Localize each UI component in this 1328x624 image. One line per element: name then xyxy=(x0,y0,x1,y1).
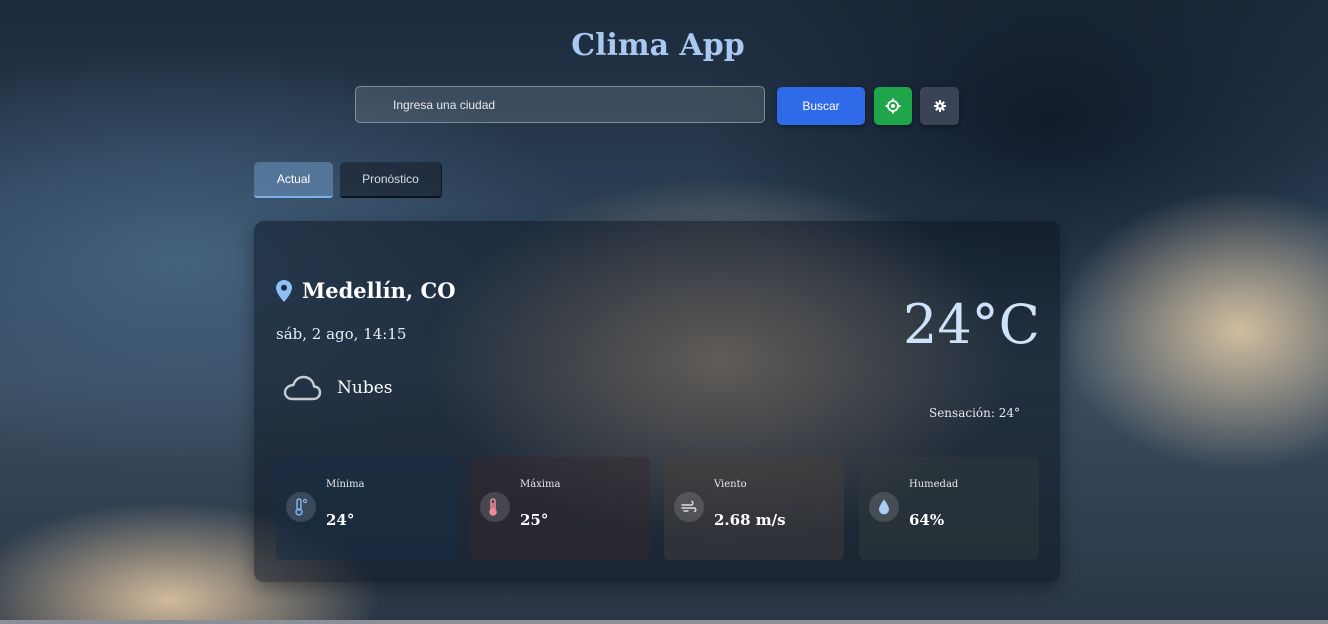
city-name: Medellín, CO xyxy=(302,278,456,303)
location-row: Medellín, CO xyxy=(276,278,455,303)
stat-value: 25° xyxy=(520,511,549,529)
crosshair-icon xyxy=(885,98,901,114)
current-location-button[interactable] xyxy=(874,87,912,125)
tab-actual[interactable]: Actual xyxy=(254,162,333,198)
stat-humidity: Humedad 64% xyxy=(859,457,1039,560)
city-search-input[interactable] xyxy=(356,87,764,122)
stat-label: Viento xyxy=(714,479,747,490)
search-box[interactable] xyxy=(355,86,765,123)
droplet-icon xyxy=(869,492,899,522)
horizontal-scrollbar[interactable] xyxy=(0,620,1328,624)
stat-max-temp: Máxima 25° xyxy=(470,457,650,560)
cloud-icon xyxy=(283,375,322,401)
stat-wind: Viento 2.68 m/s xyxy=(664,457,844,560)
stat-value: 24° xyxy=(326,511,355,529)
condition-row: Nubes xyxy=(282,374,393,402)
settings-button[interactable] xyxy=(920,87,959,125)
tab-forecast[interactable]: Pronóstico xyxy=(340,162,442,198)
date-time: sáb, 2 ago, 14:15 xyxy=(276,325,407,343)
thermometer-icon xyxy=(480,492,510,522)
stat-label: Mínima xyxy=(326,479,365,490)
stat-value: 2.68 m/s xyxy=(714,511,786,529)
current-weather-card: Medellín, CO sáb, 2 ago, 14:15 Nubes 24°… xyxy=(254,221,1060,582)
thermometer-icon xyxy=(286,492,316,522)
search-button[interactable]: Buscar xyxy=(777,87,865,125)
feels-like: Sensación: 24° xyxy=(928,406,1020,420)
stat-min-temp: Mínima 24° xyxy=(276,457,456,560)
location-pin-icon xyxy=(276,279,292,302)
stat-label: Humedad xyxy=(909,479,959,490)
temperature: 24°C xyxy=(902,293,1040,356)
app-title: Clima App xyxy=(571,28,745,63)
condition-text: Nubes xyxy=(337,378,393,398)
gear-icon xyxy=(933,100,946,112)
wind-icon xyxy=(674,492,704,522)
stat-value: 64% xyxy=(909,511,945,529)
stat-label: Máxima xyxy=(520,479,561,490)
